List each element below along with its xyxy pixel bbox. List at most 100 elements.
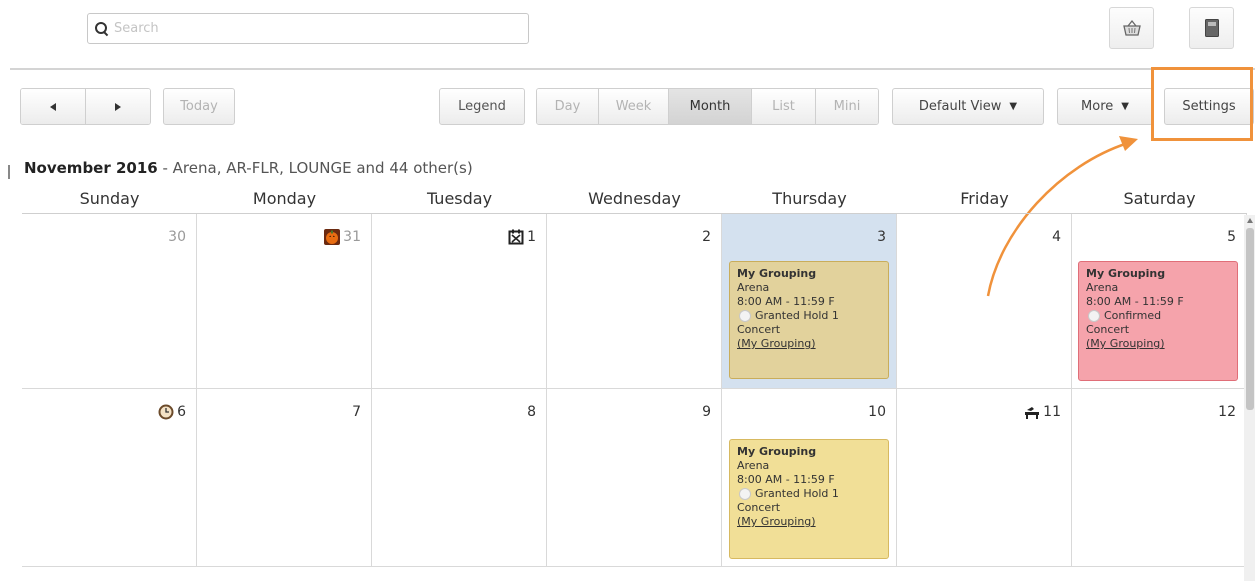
day-cell[interactable]: 8	[372, 389, 547, 567]
day-number: 31	[324, 229, 361, 245]
day-number-label: 6	[177, 404, 186, 420]
day-cell[interactable]: 12	[1072, 389, 1247, 567]
event-group-link[interactable]: (My Grouping)	[737, 515, 881, 529]
day-cell[interactable]: 1	[372, 214, 547, 389]
status-dot-icon	[739, 310, 751, 322]
day-number: 5	[1227, 229, 1236, 245]
event-status-label: Confirmed	[1104, 309, 1162, 322]
tab-mini[interactable]: Mini	[816, 89, 878, 124]
day-header-friday: Friday	[960, 189, 1009, 208]
event-location: Arena	[1086, 281, 1119, 294]
search-box[interactable]	[87, 13, 529, 44]
day-number-label: 5	[1227, 229, 1236, 245]
day-number: 1	[508, 229, 536, 245]
day-number: 4	[1052, 229, 1061, 245]
event-card[interactable]: My Grouping Arena 8:00 AM - 11:59 F Conf…	[1078, 261, 1238, 381]
day-cell[interactable]: 31	[197, 214, 372, 389]
day-header-saturday: Saturday	[1123, 189, 1196, 208]
calendar-title: November 2016 - Arena, AR-FLR, LOUNGE an…	[24, 159, 473, 177]
day-cell-today[interactable]: 3 My Grouping Arena 8:00 AM - 11:59 F Gr…	[722, 214, 897, 389]
scroll-up-icon[interactable]	[1247, 218, 1253, 223]
day-number-label: 11	[1043, 404, 1061, 420]
tab-month[interactable]: Month	[669, 89, 752, 124]
left-marker	[8, 165, 10, 179]
header-divider	[10, 68, 1255, 70]
day-cell[interactable]: 6	[22, 389, 197, 567]
tab-list[interactable]: List	[752, 89, 816, 124]
day-number: 2	[702, 229, 711, 245]
book-button[interactable]	[1189, 7, 1234, 49]
day-cell[interactable]: 30	[22, 214, 197, 389]
event-status: Confirmed	[1086, 309, 1230, 323]
day-number: 7	[352, 404, 361, 420]
day-header-thursday: Thursday	[772, 189, 847, 208]
day-number-label: 9	[702, 404, 711, 420]
view-switcher: Day Week Month List Mini	[536, 88, 879, 125]
day-number: 6	[158, 404, 186, 420]
prev-button[interactable]	[21, 89, 86, 124]
day-number: 3	[877, 229, 886, 245]
scrollbar-thumb[interactable]	[1246, 228, 1254, 410]
event-status-label: Granted Hold 1	[755, 487, 839, 500]
nav-group	[20, 88, 151, 125]
day-header-wednesday: Wednesday	[588, 189, 681, 208]
default-view-dropdown[interactable]: Default View ▼	[892, 88, 1044, 125]
day-number-label: 12	[1218, 404, 1236, 420]
event-status: Granted Hold 1	[737, 309, 881, 323]
event-card[interactable]: My Grouping Arena 8:00 AM - 11:59 F Gran…	[729, 261, 889, 379]
day-cell[interactable]: 11	[897, 389, 1072, 567]
event-group-link[interactable]: (My Grouping)	[737, 337, 881, 351]
event-time: 8:00 AM - 11:59 F	[1086, 295, 1184, 308]
next-button[interactable]	[86, 89, 150, 124]
day-number-label: 30	[168, 229, 186, 245]
calendar-page: Today Legend Day Week Month List Mini De…	[0, 0, 1255, 581]
legend-button[interactable]: Legend	[439, 88, 525, 125]
day-number-label: 2	[702, 229, 711, 245]
day-number: 12	[1218, 404, 1236, 420]
day-header-tuesday: Tuesday	[426, 189, 493, 208]
calendar-day-icon	[508, 229, 524, 245]
default-view-label: Default View	[918, 99, 1002, 114]
event-time: 8:00 AM - 11:59 F	[737, 473, 835, 486]
day-cell[interactable]: 7	[197, 389, 372, 567]
day-header-monday: Monday	[252, 189, 317, 208]
day-number-label: 31	[343, 229, 361, 245]
month-label: November 2016	[24, 159, 158, 177]
day-number-label: 7	[352, 404, 361, 420]
month-grid: 30 31 1 2 3 My Grouping Arena 8:00 AM - …	[22, 213, 1247, 581]
day-cell[interactable]: 9	[547, 389, 722, 567]
day-number-label: 4	[1052, 229, 1061, 245]
caret-down-icon: ▼	[1009, 101, 1018, 112]
caret-down-icon: ▼	[1121, 101, 1129, 112]
search-icon	[94, 21, 110, 37]
day-number-label: 3	[877, 229, 886, 245]
basket-button[interactable]	[1109, 7, 1154, 49]
tab-day[interactable]: Day	[537, 89, 599, 124]
search-input[interactable]	[114, 21, 514, 36]
event-title: My Grouping	[737, 445, 817, 458]
event-status: Granted Hold 1	[737, 487, 881, 501]
day-cell[interactable]: 4	[897, 214, 1072, 389]
event-card[interactable]: My Grouping Arena 8:00 AM - 11:59 F Gran…	[729, 439, 889, 559]
event-group-link[interactable]: (My Grouping)	[1086, 337, 1230, 351]
triangle-right-icon	[115, 102, 121, 111]
tab-week[interactable]: Week	[599, 89, 669, 124]
today-button[interactable]: Today	[163, 88, 235, 125]
basket-icon	[1122, 19, 1141, 36]
event-location: Arena	[737, 281, 770, 294]
event-type: Concert	[737, 323, 781, 336]
day-cell[interactable]: 2	[547, 214, 722, 389]
clock-icon	[158, 404, 174, 420]
event-type: Concert	[1086, 323, 1130, 336]
day-header-sunday: Sunday	[79, 189, 140, 208]
day-number-label: 8	[527, 404, 536, 420]
book-icon	[1204, 19, 1219, 37]
day-cell[interactable]: 5 My Grouping Arena 8:00 AM - 11:59 F Co…	[1072, 214, 1247, 389]
more-dropdown[interactable]: More ▼	[1057, 88, 1153, 125]
resource-summary: Arena, AR-FLR, LOUNGE and 44 other(s)	[172, 159, 473, 177]
status-dot-icon	[739, 488, 751, 500]
event-status-label: Granted Hold 1	[755, 309, 839, 322]
title-separator: -	[157, 159, 173, 177]
day-cell[interactable]: 10 My Grouping Arena 8:00 AM - 11:59 F G…	[722, 389, 897, 567]
status-dot-icon	[1088, 310, 1100, 322]
